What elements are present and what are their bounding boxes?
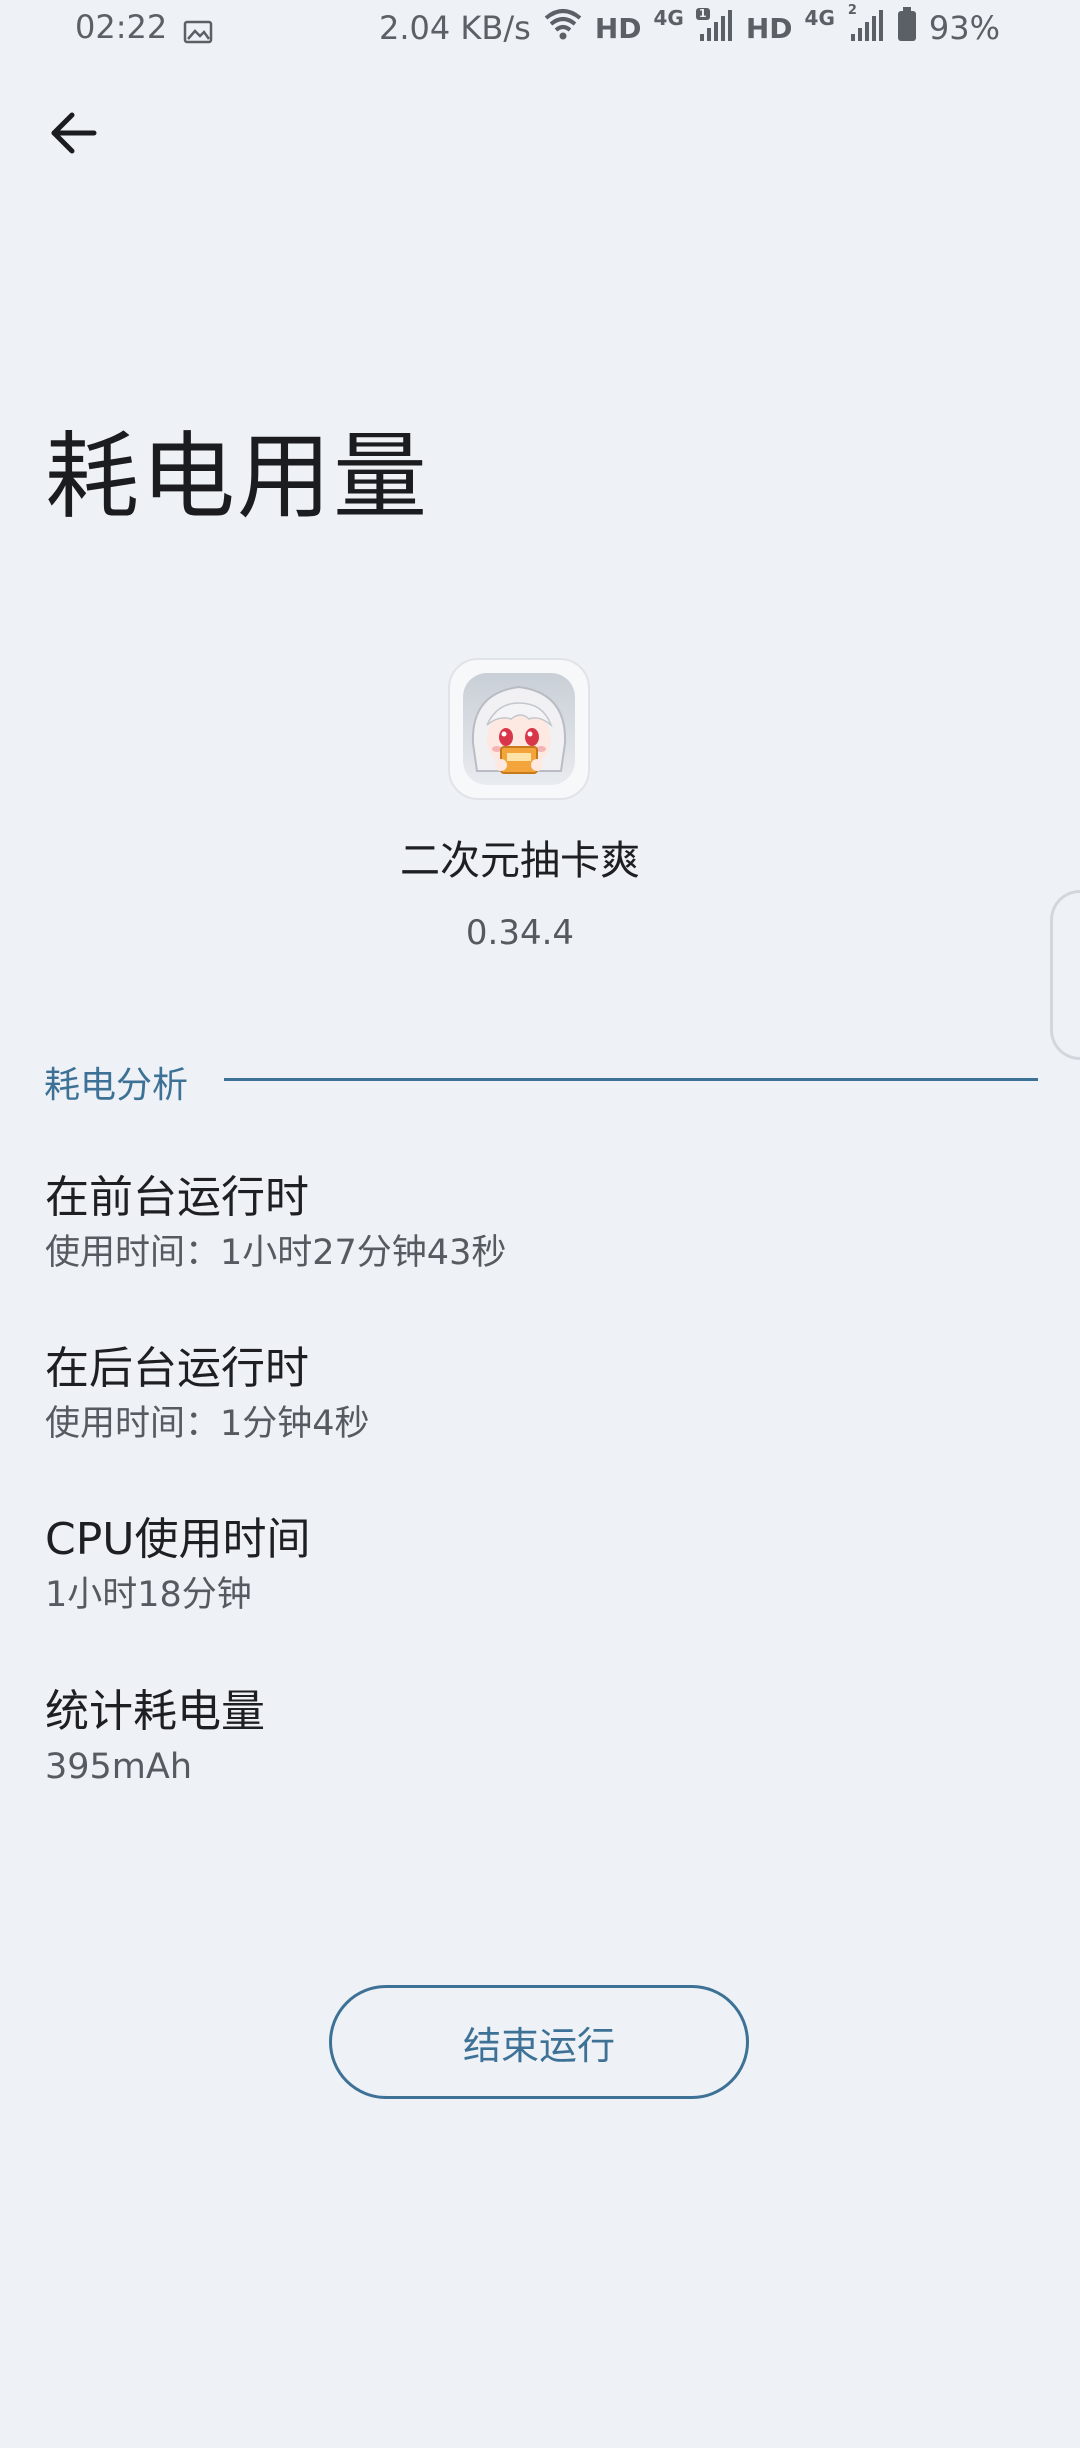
screen: 02:22 2.04 KB/s HD 4G 1 HD 4G 2 93% 耗电用量… [0, 0, 1080, 2448]
app-icon [448, 658, 590, 800]
stat-foreground: 在前台运行时 使用时间：1小时27分钟43秒 [45, 1170, 1035, 1278]
stat-title: 在前台运行时 [45, 1172, 309, 1223]
status-time: 02:22 [75, 8, 168, 46]
stat-title: 统计耗电量 [45, 1686, 265, 1737]
app-avatar-icon [463, 673, 575, 785]
stat-value: 使用时间：1小时27分钟43秒 [45, 1233, 507, 1273]
page-title: 耗电用量 [45, 423, 430, 532]
sim1-network: 4G [653, 6, 684, 30]
stat-background: 在后台运行时 使用时间：1分钟4秒 [45, 1341, 1035, 1449]
stat-value: 1小时18分钟 [45, 1575, 252, 1615]
signal-sim2-icon: 2 [847, 3, 885, 50]
network-speed: 2.04 KB/s [379, 9, 531, 47]
section-title: 耗电分析 [44, 1065, 189, 1106]
status-bar: 02:22 2.04 KB/s HD 4G 1 HD 4G 2 93% [0, 0, 1080, 60]
sim1-hd: HD [594, 11, 642, 45]
battery-percent: 93% [928, 9, 1000, 47]
app-name: 二次元抽卡爽 [400, 838, 640, 884]
sim2-slot-label: 2 [847, 3, 857, 18]
stat-power-usage: 统计耗电量 395mAh [45, 1684, 1035, 1792]
signal-sim1-icon: 1 [695, 6, 734, 50]
wifi-icon [543, 7, 583, 49]
stat-value: 395mAh [45, 1747, 193, 1787]
battery-icon [897, 7, 917, 49]
image-notification-icon [183, 14, 213, 52]
status-right: 2.04 KB/s HD 4G 1 HD 4G 2 93% [379, 3, 1000, 50]
arrow-left-icon [48, 111, 98, 159]
stat-title: CPU使用时间 [45, 1514, 311, 1565]
sim2-hd: HD [745, 11, 793, 45]
edge-panel-handle[interactable] [1050, 890, 1080, 1060]
sim2-network: 4G [804, 6, 835, 30]
stat-value: 使用时间：1分钟4秒 [45, 1404, 370, 1444]
stat-title: 在后台运行时 [45, 1343, 309, 1394]
sim1-slot-label: 1 [698, 7, 707, 20]
stat-cpu-time: CPU使用时间 1小时18分钟 [45, 1512, 1035, 1620]
stop-running-button[interactable]: 结束运行 [329, 1985, 749, 2099]
app-version: 0.34.4 [465, 913, 575, 953]
back-button[interactable] [38, 100, 108, 170]
section-divider [224, 1078, 1038, 1081]
